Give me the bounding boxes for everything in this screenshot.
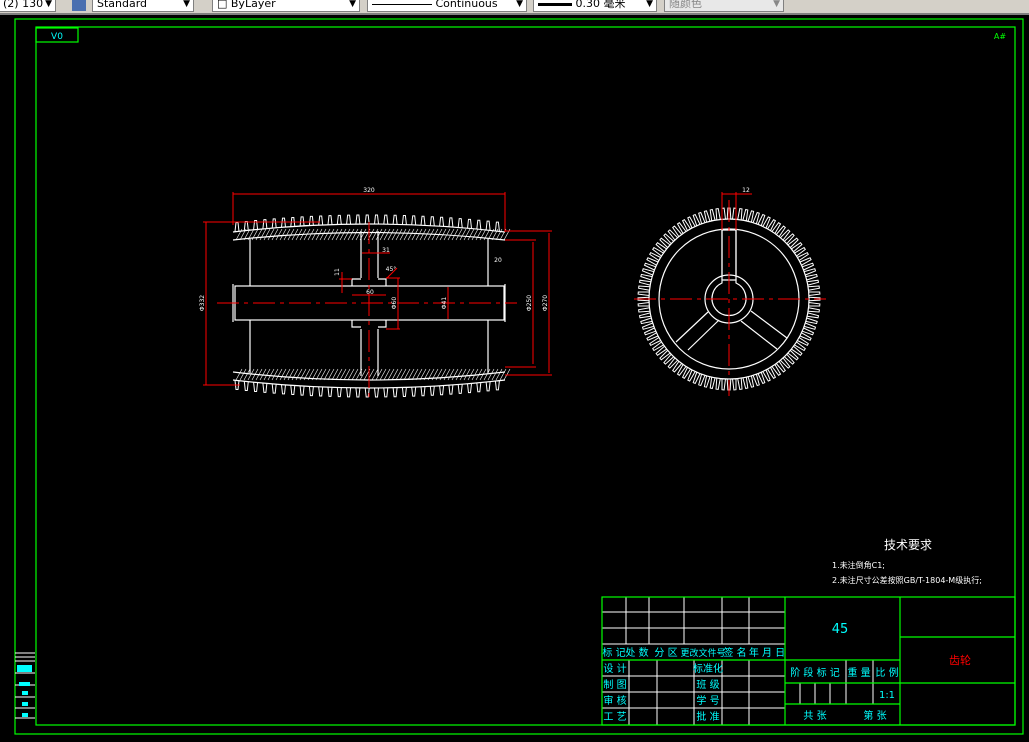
text-style-dropdown[interactable]: Standard ▼ [92, 0, 194, 12]
text-style-icon[interactable] [72, 0, 86, 11]
header-cell: 标 记 [602, 647, 625, 659]
rim-hatching [235, 228, 511, 381]
dim-key-width: 11 [334, 268, 341, 276]
dim-bore-dia: Φ41 [441, 297, 448, 310]
sign-label: 制 图 [603, 678, 626, 691]
gear-front-view: 320 Φ332 31 20 45° 11 60 Φ60 Φ41 Φ250 Φ2… [199, 187, 552, 400]
header-cell: 分 区 [654, 647, 677, 659]
dim-left-dia: Φ332 [199, 295, 206, 311]
header-cell: 处 数 [625, 646, 648, 659]
dim-rim: 20 [494, 257, 502, 264]
drawing-frame [14, 18, 1024, 735]
linetype-sample [372, 3, 432, 5]
scale-dropdown[interactable]: (2) 130 ▼ [0, 0, 56, 12]
header-cell: 签 名 [723, 646, 746, 659]
chevron-down-icon: ▼ [45, 0, 52, 9]
spoke-right [740, 310, 788, 350]
chevron-down-icon: ▼ [773, 0, 780, 9]
dim-hub-width: 31 [382, 247, 390, 254]
properties-toolbar: (2) 130 ▼ Standard ▼ □ ByLayer ▼ Continuous… [0, 0, 1029, 15]
material: 45 [832, 622, 849, 637]
header-cell: 年 月 日 [749, 646, 785, 659]
sign-label: 设 计 [603, 662, 626, 675]
tech-req-item: 2.未注尺寸公差按照GB/T-1804-M级执行; [832, 575, 982, 585]
plot-style-dropdown: 随颜色 ▼ [664, 0, 784, 12]
side-dimension-lines [634, 192, 826, 396]
lineweight-sample [538, 2, 572, 6]
title-block: 45 标 记 处 数 分 区 更改文件号 签 名 年 月 日 设 计 标准化 制… [601, 596, 1016, 726]
dimension-texts: 320 Φ332 31 20 45° 11 60 Φ60 Φ41 Φ250 Φ2… [199, 187, 549, 311]
dim-chamfer: 45° [386, 266, 397, 273]
outer-border [14, 18, 1024, 735]
sheet-total: 共 张 [803, 710, 826, 722]
gear-side-view: 12 [634, 187, 826, 396]
chevron-down-icon: ▼ [646, 0, 653, 9]
scale-value: (2) 130 [3, 0, 44, 10]
spoke-left [675, 311, 720, 351]
dim-dia-250: Φ250 [526, 295, 533, 311]
tech-req-title: 技术要求 [884, 538, 932, 552]
chevron-down-icon: ▼ [349, 0, 356, 9]
chevron-down-icon: ▼ [516, 0, 523, 9]
part-name: 齿轮 [949, 653, 971, 667]
lineweight-value: 0.30 毫米 [575, 0, 626, 10]
corner-mark: A# [994, 32, 1006, 41]
technical-requirements: 技术要求 1.未注倒角C1; 2.未注尺寸公差按照GB/T-1804-M级执行; [832, 538, 982, 585]
header-cell: 更改文件号 [680, 647, 725, 659]
teeth-profile [234, 214, 500, 398]
plot-style-value: 随颜色 [669, 0, 702, 10]
drawing-canvas[interactable]: V0 A# 320 Φ332 31 20 45° 11 60 Φ60 Φ41 Φ… [0, 15, 1029, 742]
color-dropdown[interactable]: □ ByLayer ▼ [212, 0, 360, 12]
sheet-number: 第 张 [863, 709, 886, 722]
chevron-down-icon: ▼ [183, 0, 190, 9]
sign-label: 班 级 [696, 679, 719, 691]
inner-border [35, 26, 1016, 726]
sign-label: 审 核 [603, 694, 626, 707]
dim-key: 12 [742, 187, 750, 194]
side-title-strip [15, 652, 35, 719]
sign-label: 学 号 [696, 694, 719, 707]
sign-label: 工 艺 [603, 711, 626, 723]
lineweight-dropdown[interactable]: 0.30 毫米 ▼ [533, 0, 657, 12]
dim-width: 320 [363, 187, 375, 194]
text-style-value: Standard [97, 0, 148, 10]
dim-dia-270: Φ270 [542, 295, 549, 311]
dim-hub-dia: Φ60 [391, 297, 398, 310]
gear-teeth-front [234, 214, 511, 398]
stage-label: 阶 段 标 记 [790, 666, 840, 679]
color-value: ByLayer [230, 0, 276, 10]
weight-label: 重 量 [847, 666, 870, 679]
sign-label: 标准化 [693, 662, 723, 675]
scale-label: 比 例 [875, 666, 898, 679]
linetype-value: Continuous [435, 0, 498, 10]
sign-label: 批 准 [696, 710, 719, 723]
dim-bore-length: 60 [366, 289, 374, 296]
linetype-dropdown[interactable]: Continuous ▼ [367, 0, 527, 12]
tech-req-item: 1.未注倒角C1; [832, 560, 885, 570]
scale-value: 1:1 [879, 690, 895, 701]
frame-code: V0 [51, 32, 63, 42]
